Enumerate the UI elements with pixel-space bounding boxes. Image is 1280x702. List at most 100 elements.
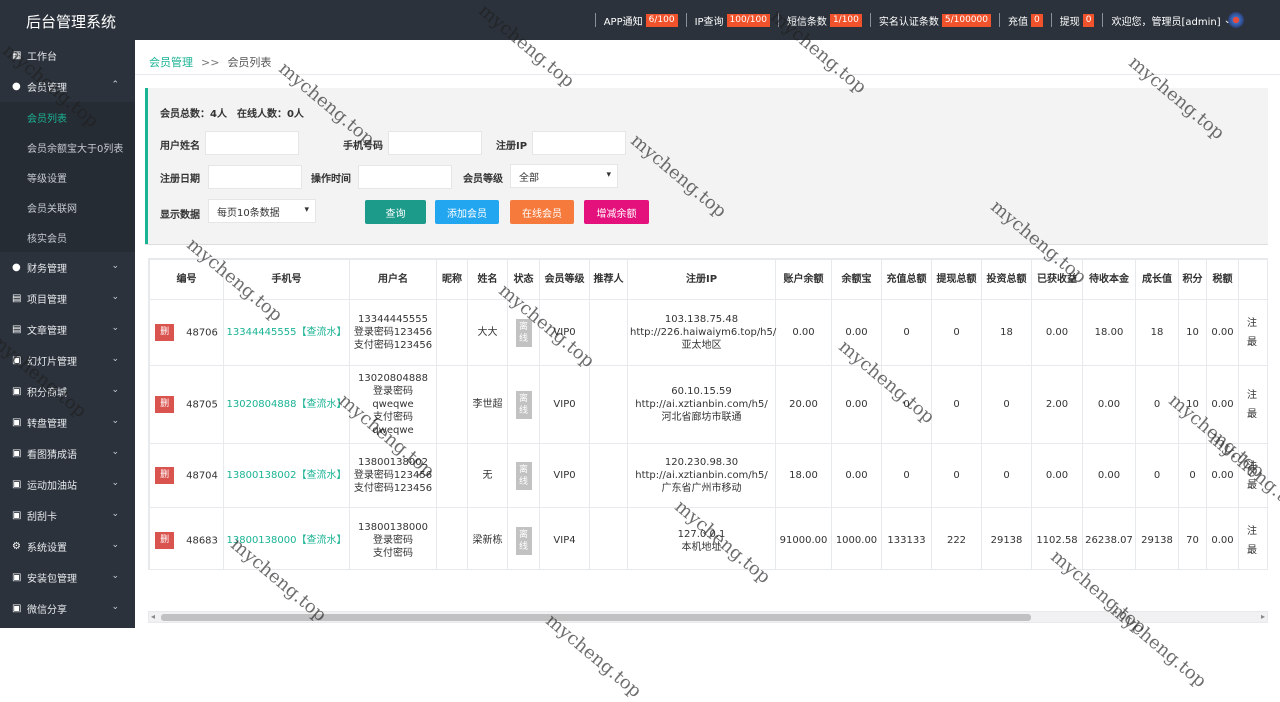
table-row: 删 48706 13344445555【查流水】 13344445555 登录密码123… <box>149 299 1267 366</box>
sidebar-item-points-mall[interactable]: ▣ 积分商城 ⌄ <box>0 376 135 407</box>
sidebar-item-articles[interactable]: ▤ 文章管理 ⌄ <box>0 314 135 345</box>
cell-line: 注 <box>1247 389 1257 401</box>
phone-link[interactable]: 13800138002【查流水】 <box>223 443 350 508</box>
sidebar-sub-member-list[interactable]: 会员列表 <box>0 102 135 132</box>
sidebar-item-wechat-share[interactable]: ▣ 微信分享 ⌄ <box>0 593 135 624</box>
chevron-down-icon: ⌄ <box>111 478 119 488</box>
sidebar-sub-yuebao-list[interactable]: 会员余额宝大于0列表 <box>0 132 135 162</box>
nav-ip-query[interactable]: IP查询 100/100 <box>685 13 778 28</box>
phone-link[interactable]: 13800138000【查流水】 <box>223 507 350 569</box>
nickname-cell <box>436 507 468 569</box>
cell-line: 支付密码123456 <box>353 483 433 494</box>
earned-cell: 2.00 <box>1031 365 1083 444</box>
sidebar-sub-level-settings[interactable]: 等级设置 <box>0 162 135 192</box>
level-cell: VIP0 <box>539 365 590 444</box>
nav-withdraw[interactable]: 提现 0 <box>1050 13 1103 28</box>
member-table: 编号 手机号 用户名 昵称 姓名 状态 会员等级 推荐人 注册IP 账户余额 余… <box>149 259 1267 569</box>
delete-button[interactable]: 删 <box>155 396 175 413</box>
cell-line: 支付密码 <box>373 548 413 559</box>
sidebar-item-slides[interactable]: ▣ 幻灯片管理 ⌄ <box>0 345 135 376</box>
member-table-container[interactable]: 编号 手机号 用户名 昵称 姓名 状态 会员等级 推荐人 注册IP 账户余额 余… <box>148 258 1268 570</box>
avatar[interactable] <box>1228 12 1244 28</box>
app-title: 后台管理系统 <box>26 13 117 31</box>
gear-icon: ⚙ <box>12 540 21 552</box>
top-bar: 后台管理系统 APP通知 6/100 IP查询 100/100 短信条数 1/100 … <box>0 0 1280 40</box>
register-ip-cell: 60.10.15.59 http://ai.xztianbin.com/h5/河北… <box>627 365 776 444</box>
chevron-down-icon: ⌄ <box>111 261 119 271</box>
scroll-right-icon[interactable]: ▸ <box>1261 612 1265 622</box>
delete-button[interactable]: 删 <box>155 532 175 549</box>
status-cell: 离线 <box>507 507 540 569</box>
user-menu[interactable]: 欢迎您，管理员[admin]⌄ <box>1102 13 1240 28</box>
points-cell: 10 <box>1178 365 1207 444</box>
sidebar-item-packages[interactable]: ▣ 安装包管理 ⌄ <box>0 562 135 593</box>
username-input[interactable] <box>205 131 299 155</box>
sidebar-item-scratch-card[interactable]: ▣ 刮刮卡 ⌄ <box>0 500 135 531</box>
chevron-down-icon: ⌄ <box>111 323 119 333</box>
query-button[interactable]: 查询 <box>365 200 426 224</box>
page-size-select[interactable]: 每页10条数据 ▾ <box>208 199 316 223</box>
nav-recharge[interactable]: 充值 0 <box>999 13 1051 28</box>
cell-line: 最 <box>1247 336 1257 348</box>
delete-button[interactable]: 删 <box>155 467 175 484</box>
nav-sms-count[interactable]: 短信条数 1/100 <box>777 13 870 28</box>
nickname-cell <box>436 365 468 444</box>
top-nav: APP通知 6/100 IP查询 100/100 短信条数 1/100 实名认证条数 5… <box>594 0 1240 40</box>
breadcrumb-separator: >> <box>201 56 220 69</box>
phone-link[interactable]: 13344445555【查流水】 <box>223 299 350 366</box>
count-badge: 5/100000 <box>941 13 991 27</box>
sidebar-item-wheel[interactable]: ▣ 转盘管理 ⌄ <box>0 407 135 438</box>
cell-line: 广东省广州市移动 <box>661 483 742 494</box>
scroll-left-icon[interactable]: ◂ <box>151 612 155 622</box>
operation-time-input[interactable] <box>358 165 452 189</box>
cell-line: 注 <box>1247 460 1257 472</box>
sidebar-item-projects[interactable]: ▤ 项目管理 ⌄ <box>0 283 135 314</box>
pending-cell: 0.00 <box>1082 365 1136 444</box>
delete-button[interactable]: 删 <box>155 324 175 341</box>
sidebar-item-dashboard[interactable]: ▦ 工作台 <box>0 40 135 71</box>
status-badge: 离线 <box>515 318 532 347</box>
phone-link[interactable]: 13020804888【查流水】 <box>223 365 350 444</box>
sidebar-sub-verify-member[interactable]: 核实会员 <box>0 222 135 252</box>
member-level-select[interactable]: 全部 ▾ <box>510 164 618 188</box>
dashboard-icon: ▦ <box>12 49 22 61</box>
divider <box>135 74 1280 75</box>
chevron-down-icon: ⌄ <box>111 540 119 550</box>
register-ip-label: 注册IP <box>496 141 528 152</box>
withdraw-cell: 222 <box>931 507 982 569</box>
pending-cell: 26238.07 <box>1082 507 1136 569</box>
column-header: 注册IP <box>627 259 776 300</box>
column-header: 状态 <box>507 259 540 300</box>
sidebar-item-sports-station[interactable]: ▣ 运动加油站 ⌄ <box>0 469 135 500</box>
divider <box>145 244 1268 245</box>
breadcrumb-parent[interactable]: 会员管理 <box>149 56 193 69</box>
register-date-input[interactable] <box>208 165 302 189</box>
nav-realname-count[interactable]: 实名认证条数 5/100000 <box>869 13 999 28</box>
online-members-button[interactable]: 在线会员 <box>510 200 574 224</box>
invest-cell: 0 <box>981 365 1032 444</box>
sidebar-item-members[interactable]: ● 会员管理 ⌃ <box>0 71 135 102</box>
cell-line: 120.230.98.30 <box>664 457 739 468</box>
sidebar-sub-member-network[interactable]: 会员关联网 <box>0 192 135 222</box>
table-row: 删 48705 13020804888【查流水】 13020804888 登录密码 qwe… <box>149 365 1267 444</box>
sidebar-item-system-settings[interactable]: ⚙ 系统设置 ⌄ <box>0 531 135 562</box>
growth-cell: 29138 <box>1135 507 1179 569</box>
register-ip-input[interactable] <box>532 131 626 155</box>
member-level-label: 会员等级 <box>463 174 503 185</box>
chevron-down-icon: ⌄ <box>111 571 119 581</box>
level-cell: VIP4 <box>539 507 590 569</box>
phone-input[interactable] <box>388 131 482 155</box>
users-icon: ● <box>12 80 21 92</box>
table-row: 删 48683 13800138000【查流水】 13800138000 登录密码 支付密… <box>149 507 1267 569</box>
column-header: 昵称 <box>436 259 468 300</box>
nav-app-notify[interactable]: APP通知 6/100 <box>594 13 686 28</box>
id-cell: 删 48705 <box>149 365 224 444</box>
horizontal-scrollbar[interactable]: ◂ ▸ <box>148 611 1268 623</box>
status-cell: 离线 <box>507 443 540 508</box>
add-member-button[interactable]: 添加会员 <box>435 200 499 224</box>
scroll-thumb[interactable] <box>161 614 1031 621</box>
sidebar-item-finance[interactable]: ● 财务管理 ⌄ <box>0 252 135 283</box>
chevron-up-icon: ⌃ <box>111 80 119 90</box>
sidebar-item-idiom-game[interactable]: ▣ 看图猜成语 ⌄ <box>0 438 135 469</box>
adjust-balance-button[interactable]: 增减余额 <box>584 200 649 224</box>
